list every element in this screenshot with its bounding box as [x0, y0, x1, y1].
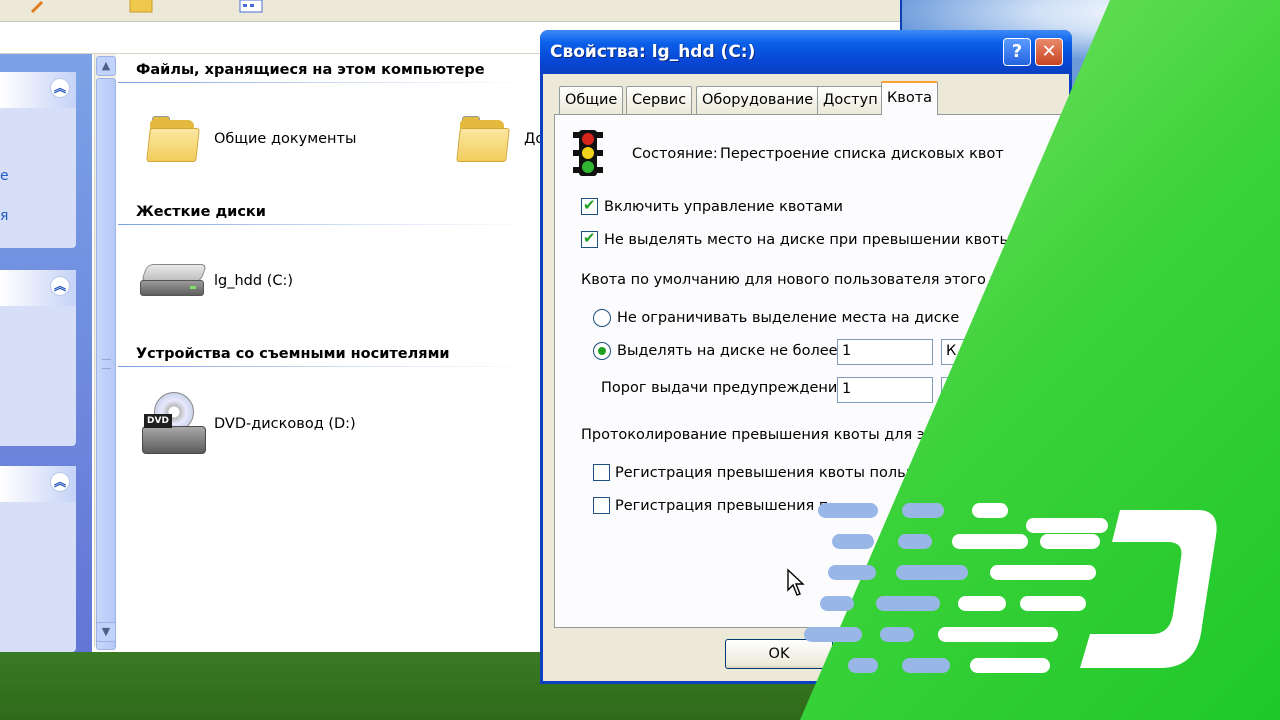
task-link-stub[interactable]: е: [0, 168, 9, 184]
group-divider: [118, 82, 538, 83]
tab-general[interactable]: Общие: [559, 86, 624, 114]
ok-button[interactable]: OK: [725, 639, 833, 669]
vertical-scrollbar[interactable]: ▲ ▼: [94, 54, 116, 650]
task-box-system: ︽ е я: [0, 72, 76, 248]
limit-units-select[interactable]: К: [941, 339, 981, 365]
warning-label: Порог выдачи предупреждений: [601, 380, 847, 396]
no-limit-radio[interactable]: [593, 309, 611, 327]
default-quota-label: Квота по умолчанию для нового пользовате…: [581, 272, 1008, 288]
collapse-icon[interactable]: ︽: [50, 78, 70, 98]
folder-icon[interactable]: [456, 116, 510, 164]
dialog-title: Свойства: lg_hdd (C:): [550, 42, 756, 62]
dvd-icon[interactable]: DVD: [140, 392, 210, 462]
status-label: Состояние:: [632, 146, 718, 162]
enable-quota-label[interactable]: Включить управление квотами: [604, 199, 843, 215]
logging-label: Протоколирование превышения квоты для эт…: [581, 427, 943, 443]
limit-value-input[interactable]: 1: [837, 339, 933, 365]
tab-sharing[interactable]: Доступ: [817, 86, 884, 114]
tab-tools[interactable]: Сервис: [626, 86, 693, 114]
group-title-files: Файлы, хранящиеся на этом компьютере: [136, 62, 485, 78]
warning-units-select[interactable]: [941, 377, 981, 403]
deny-space-label[interactable]: Не выделять место на диске при превышени…: [604, 232, 1011, 248]
explorer-toolbar: [0, 0, 900, 22]
dialog-client-area: Общие Сервис Оборудование Доступ Квота С…: [543, 74, 1069, 681]
log-quota-label[interactable]: Регистрация превышения квоты польз: [615, 465, 913, 481]
folders-icon[interactable]: [128, 0, 156, 14]
quota-tab-panel: Состояние: Перестроение списка дисковых …: [554, 114, 1062, 628]
properties-dialog: Свойства: lg_hdd (C:) ? ✕ Общие Сервис О…: [540, 30, 1072, 684]
dialog-titlebar[interactable]: Свойства: lg_hdd (C:) ? ✕: [540, 30, 1072, 74]
task-box-other: ︽: [0, 270, 76, 446]
scrollbar-thumb[interactable]: [96, 78, 116, 650]
folder-icon[interactable]: [146, 116, 200, 164]
grip-icon: [102, 359, 111, 369]
group-title-removable: Устройства со съемными носителями: [136, 346, 450, 362]
group-divider: [118, 366, 538, 367]
limit-label[interactable]: Выделять на диске не более: [617, 343, 838, 359]
help-button[interactable]: ?: [1003, 38, 1031, 66]
enable-quota-checkbox[interactable]: ✔: [581, 196, 598, 215]
scroll-down-icon[interactable]: ▼: [96, 622, 116, 642]
tab-quota[interactable]: Квота: [881, 81, 939, 115]
group-title-hdd: Жесткие диски: [136, 204, 266, 220]
limit-radio[interactable]: [593, 342, 611, 360]
task-pane: ︽ е я ︽ ︽: [0, 54, 92, 652]
warning-value-input[interactable]: 1: [837, 377, 933, 403]
log-warning-label[interactable]: Регистрация превышения п: [615, 498, 828, 514]
status-value: Перестроение списка дисковых квот: [720, 146, 1004, 162]
log-quota-checkbox[interactable]: [593, 464, 610, 481]
close-button[interactable]: ✕: [1035, 38, 1063, 66]
item-shared-documents[interactable]: Общие документы: [214, 131, 356, 147]
deny-space-checkbox[interactable]: ✔: [581, 229, 598, 248]
tab-hardware[interactable]: Оборудование: [696, 86, 820, 114]
collapse-icon[interactable]: ︽: [50, 276, 70, 296]
item-dvd-drive[interactable]: DVD-дисковод (D:): [214, 416, 356, 432]
no-limit-label[interactable]: Не ограничивать выделение места на диске: [617, 310, 959, 326]
mouse-cursor-icon: [787, 568, 805, 596]
traffic-light-icon: [573, 130, 603, 176]
task-link-stub[interactable]: я: [0, 208, 8, 224]
scroll-up-icon[interactable]: ▲: [96, 56, 116, 76]
hdd-icon[interactable]: [140, 262, 208, 302]
task-box-details: ︽: [0, 466, 76, 652]
item-c-drive[interactable]: lg_hdd (C:): [214, 273, 293, 289]
group-divider: [118, 224, 538, 225]
search-icon[interactable]: [28, 0, 56, 14]
collapse-icon[interactable]: ︽: [50, 472, 70, 492]
views-icon[interactable]: [238, 0, 266, 14]
log-warning-checkbox[interactable]: [593, 497, 610, 514]
